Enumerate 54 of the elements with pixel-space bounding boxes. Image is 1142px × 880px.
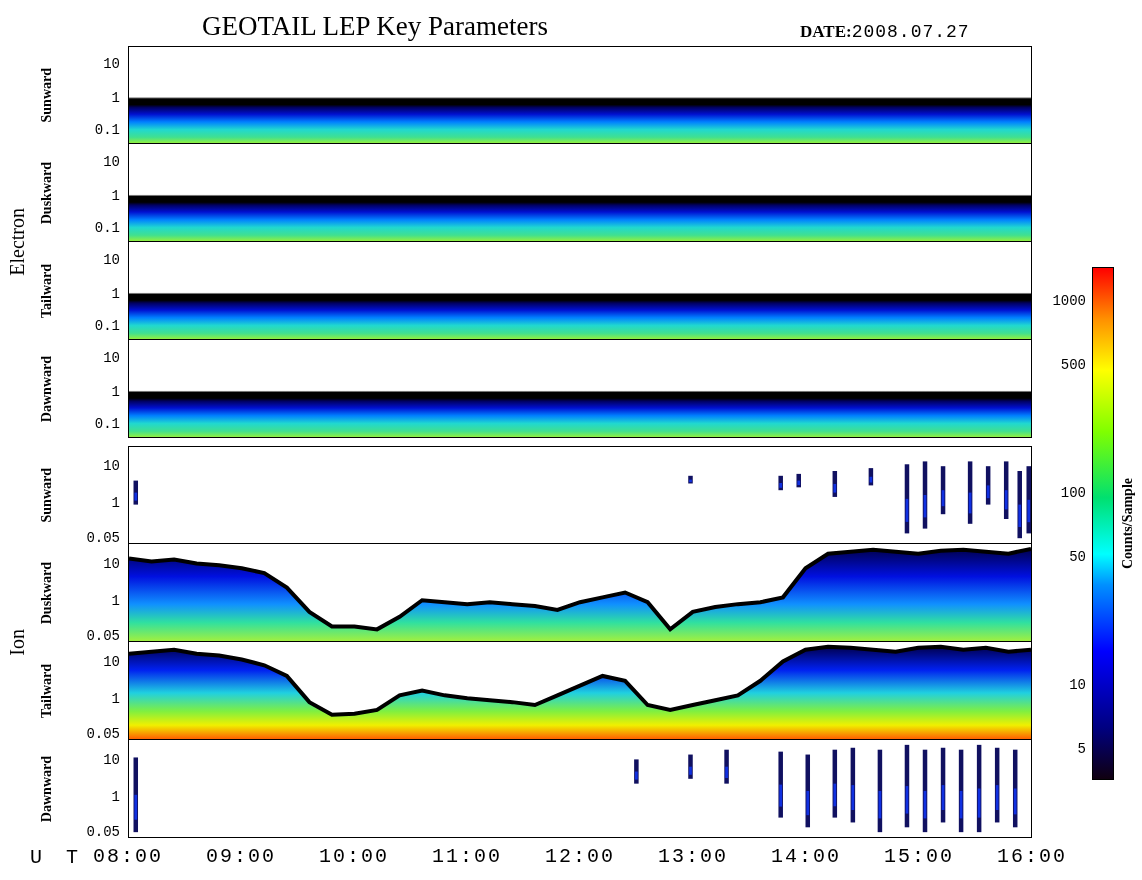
date-value: 2008.07.27 [851,22,970,42]
axis-tick-label: 1 [111,384,120,399]
axis-tick-label: 10 [103,154,120,169]
axis-tick-label: 10 [103,654,120,669]
axis-tick-label: 1 [111,691,120,706]
axis-tick-label: 10 [103,252,120,267]
axis-tick-label: 0.05 [86,629,120,644]
axis-tick-label: 10 [103,752,120,767]
panel-label: Sunward [39,67,55,123]
date-label: DATE: [800,22,852,42]
colorbar-title: Counts/Sample [1120,478,1136,569]
axis-tick-label: 1 [111,188,120,203]
axis-tick-label: 0.1 [94,319,120,334]
axis-tick-label: 0.05 [86,727,120,742]
group-label: Electron [5,208,29,276]
time-tick-label: 14:00 [771,845,841,868]
panel-label: Dawnward [39,355,55,423]
time-tick-label: 08:00 [93,845,163,868]
panel-label: Dawnward [39,755,55,823]
colorbar-tick-label: 1000 [1052,293,1086,308]
axis-tick-label: 0.1 [94,221,120,236]
panel-label: Duskward [39,161,55,225]
group-label: Ion [5,628,29,656]
axis-tick-label: 10 [103,458,120,473]
panel-label: Duskward [39,561,55,625]
plot-title: GEOTAIL LEP Key Parameters [202,11,549,42]
colorbar-tick-label: 5 [1077,742,1086,757]
colorbar-tick-label: 50 [1069,549,1086,564]
axis-tick-label: 0.05 [86,531,120,546]
time-tick-label: 09:00 [206,845,276,868]
time-tick-label: 16:00 [997,845,1067,868]
axis-title: U T [30,845,84,869]
time-tick-label: 10:00 [319,845,389,868]
time-tick-label: 13:00 [658,845,728,868]
axis-tick-label: 10 [103,56,120,71]
time-tick-label: 15:00 [884,845,954,868]
axis-tick-label: 1 [111,286,120,301]
axis-tick-label: 1 [111,495,120,510]
axis-tick-label: 1 [111,90,120,105]
panel-label: Tailward [39,664,55,718]
axis-tick-label: 1 [111,789,120,804]
panel-label: Sunward [39,467,55,523]
panel-label: Tailward [39,264,55,318]
axis-tick-label: 0.1 [94,123,120,138]
axis-tick-label: 10 [103,556,120,571]
axis-tick-label: 1 [111,593,120,608]
time-tick-label: 11:00 [432,845,502,868]
axis-tick-label: 10 [103,350,120,365]
axis-tick-label: 0.05 [86,825,120,840]
colorbar-tick-label: 100 [1060,485,1086,500]
colorbar-tick-label: 500 [1060,357,1086,372]
time-tick-label: 12:00 [545,845,615,868]
axis-tick-label: 0.1 [94,417,120,432]
colorbar-tick-label: 10 [1069,678,1086,693]
